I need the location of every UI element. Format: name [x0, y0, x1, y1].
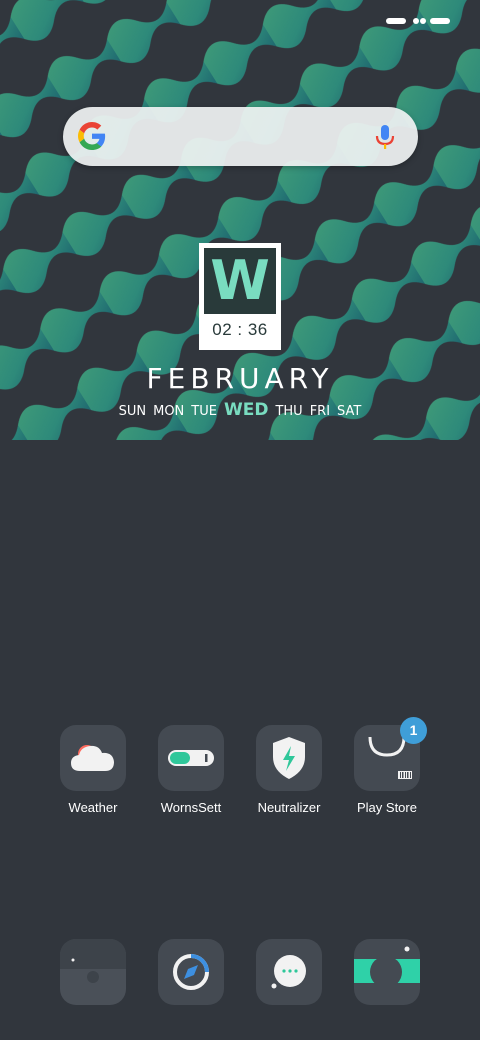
app-label: Play Store: [357, 800, 417, 815]
browser-app-tile[interactable]: [158, 939, 224, 1005]
google-g-icon: [78, 122, 106, 150]
weekday-wed-active: WED: [223, 400, 269, 420]
wornssett-app-tile[interactable]: [158, 725, 224, 791]
weekday-mon: MON: [153, 404, 185, 419]
day-letter-box: W: [204, 248, 276, 314]
phone-frame-icon: [60, 939, 126, 983]
camera-icon: [354, 946, 420, 988]
day-letter: W: [210, 249, 270, 312]
notification-badge: 1: [400, 717, 427, 744]
dock-camera[interactable]: [341, 939, 433, 1005]
app-weather[interactable]: Weather: [47, 725, 139, 815]
compass-icon: [173, 954, 209, 990]
status-dot-icon: [413, 18, 419, 24]
dock-messages[interactable]: [243, 939, 335, 1005]
month-label: FEBRUARY: [146, 362, 334, 395]
app-label: Weather: [68, 800, 118, 815]
weekday-sun: SUN: [118, 404, 147, 419]
status-indicator-icon: [386, 18, 406, 24]
shield-bolt-icon: [273, 737, 305, 779]
chat-bubble-icon: [271, 955, 306, 989]
messages-app-tile[interactable]: [256, 939, 322, 1005]
dock-browser[interactable]: [145, 939, 237, 1005]
weekday-thu: THU: [275, 404, 303, 419]
weekday-row: SUN MON TUE WED THU FRI SAT: [0, 400, 480, 420]
status-bar: [0, 0, 480, 44]
phone-app-tile[interactable]: [60, 939, 126, 1005]
weekday-sat: SAT: [337, 404, 362, 419]
weekday-fri: FRI: [309, 404, 331, 419]
status-dot-icon: [420, 18, 426, 24]
app-neutralizer[interactable]: Neutralizer: [243, 725, 335, 815]
mic-icon[interactable]: [374, 123, 396, 151]
status-indicator-icon: [430, 18, 450, 24]
toggle-icon: [168, 750, 214, 766]
weekday-tue: TUE: [191, 404, 217, 419]
google-search-bar[interactable]: [63, 107, 418, 166]
app-label: WornsSett: [160, 800, 222, 815]
camera-app-tile[interactable]: [354, 939, 420, 1005]
neutralizer-app-tile[interactable]: [256, 725, 322, 791]
clock-time: 02 : 36: [212, 320, 268, 339]
app-play-store[interactable]: Play Store 1: [341, 717, 433, 815]
dock-phone[interactable]: [47, 939, 139, 1005]
clock-widget[interactable]: W 02 : 36: [199, 243, 281, 350]
app-label: Neutralizer: [257, 800, 321, 815]
app-wornssett[interactable]: WornsSett: [145, 725, 237, 815]
cloud-icon: [71, 745, 114, 771]
weather-app-tile[interactable]: [60, 725, 126, 791]
